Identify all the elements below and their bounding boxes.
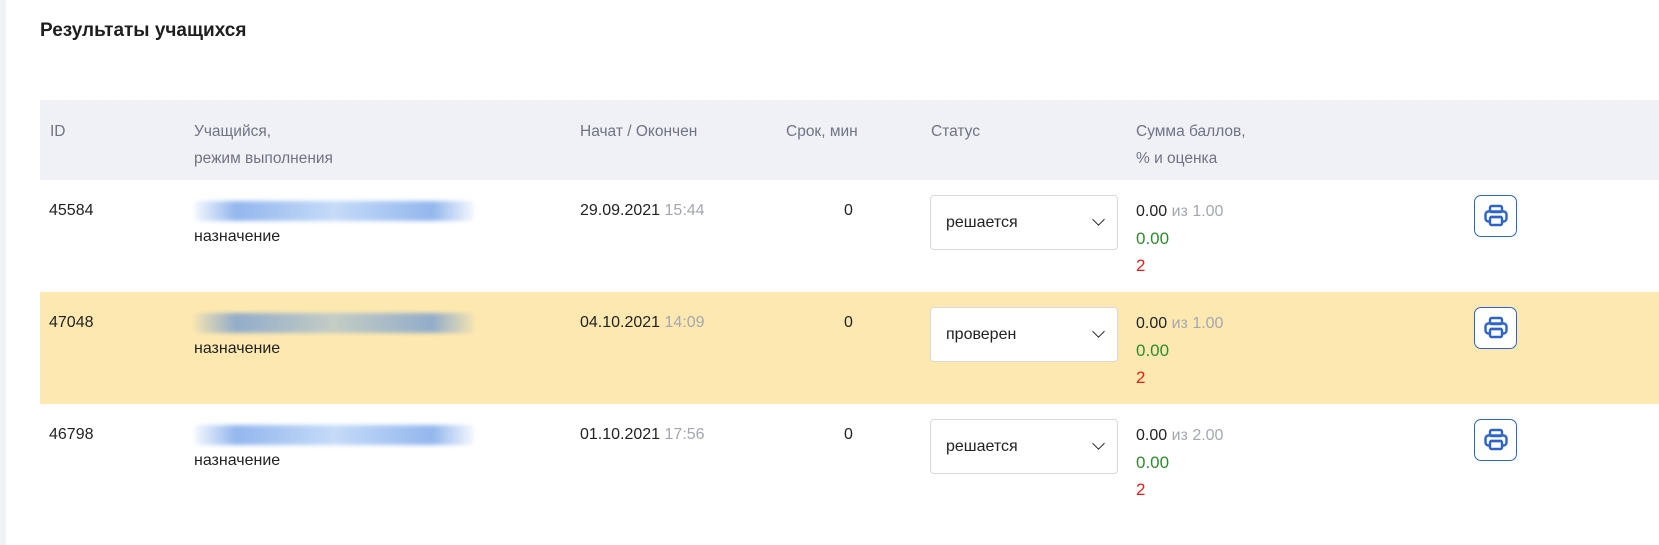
header-score-line2: % и оценка [1136, 150, 1218, 167]
term-minutes: 0 [844, 314, 853, 331]
header-student-line2: режим выполнения [194, 150, 333, 167]
score-grade: 2 [1136, 256, 1146, 275]
score-cell: 0.00 из 2.00 0.00 2 [1136, 422, 1223, 503]
header-score-line1: Сумма баллов, [1136, 123, 1246, 140]
score-max: из 2.00 [1171, 427, 1224, 444]
chevron-down-icon [1092, 437, 1105, 450]
completion-mode: назначение [194, 340, 281, 357]
printer-icon [1483, 204, 1508, 227]
score-cell: 0.00 из 1.00 0.00 2 [1136, 198, 1223, 279]
header-id: ID [50, 123, 66, 140]
status-select[interactable]: решается [930, 419, 1118, 474]
print-button[interactable] [1474, 419, 1517, 461]
student-name-link[interactable]: Солимхан Эльдарович Аббасов [194, 313, 474, 333]
start-time: 17:56 [664, 426, 705, 443]
student-name-link[interactable]: Татьяна Федоровна Фомина [194, 425, 474, 445]
header-started: Начат / Окончен [580, 123, 698, 140]
print-button[interactable] [1474, 307, 1517, 349]
header-score: Сумма баллов, % и оценка [1136, 118, 1246, 172]
score-points: 0.00 [1136, 315, 1168, 332]
score-grade: 2 [1136, 480, 1146, 499]
term-minutes: 0 [844, 426, 853, 443]
score-grade: 2 [1136, 368, 1146, 387]
row-id: 47048 [49, 314, 94, 331]
status-value: решается [946, 437, 1018, 455]
score-percent: 0.00 [1136, 453, 1170, 472]
score-max: из 1.00 [1171, 203, 1224, 220]
score-cell: 0.00 из 1.00 0.00 2 [1136, 310, 1223, 391]
score-max: из 1.00 [1171, 315, 1224, 332]
score-points: 0.00 [1136, 203, 1168, 220]
start-end-cell: 01.10.2021 17:56 [580, 422, 705, 448]
term-minutes: 0 [844, 202, 853, 219]
start-time: 14:09 [664, 314, 705, 331]
score-percent: 0.00 [1136, 341, 1170, 360]
start-end-cell: 29.09.2021 15:44 [580, 198, 705, 224]
chevron-down-icon [1092, 213, 1105, 226]
score-percent: 0.00 [1136, 229, 1170, 248]
completion-mode: назначение [194, 228, 281, 245]
printer-icon [1483, 316, 1508, 339]
status-select[interactable]: проверен [930, 307, 1118, 362]
score-points: 0.00 [1136, 427, 1168, 444]
student-cell: Татьяна Федоровна Фомина назначение [194, 422, 474, 474]
start-date: 04.10.2021 [580, 314, 661, 331]
completion-mode: назначение [194, 452, 281, 469]
start-end-cell: 04.10.2021 14:09 [580, 310, 705, 336]
page-title: Результаты учащихся [40, 20, 247, 41]
row-id: 45584 [49, 202, 94, 219]
table-row: 45584 Андрей Владимирович Флегантов назн… [40, 180, 1659, 292]
table-body: 45584 Андрей Владимирович Флегантов назн… [40, 180, 1659, 516]
results-table: ID Учащийся, режим выполнения Начат / Ок… [40, 100, 1659, 516]
student-cell: Солимхан Эльдарович Аббасов назначение [194, 310, 474, 362]
status-select[interactable]: решается [930, 195, 1118, 250]
table-row: 47048 Солимхан Эльдарович Аббасов назнач… [40, 292, 1659, 404]
header-status: Статус [931, 123, 980, 140]
student-cell: Андрей Владимирович Флегантов назначение [194, 198, 474, 250]
header-term: Срок, мин [786, 123, 858, 140]
status-value: решается [946, 213, 1018, 231]
header-student: Учащийся, режим выполнения [194, 118, 333, 172]
start-date: 29.09.2021 [580, 202, 661, 219]
print-button[interactable] [1474, 195, 1517, 237]
status-value: проверен [946, 325, 1017, 343]
chevron-down-icon [1092, 325, 1105, 338]
student-name-link[interactable]: Андрей Владимирович Флегантов [194, 201, 474, 221]
left-edge-divider [0, 0, 6, 545]
start-date: 01.10.2021 [580, 426, 661, 443]
printer-icon [1483, 428, 1508, 451]
row-id: 46798 [49, 426, 94, 443]
table-row: 46798 Татьяна Федоровна Фомина назначени… [40, 404, 1659, 516]
start-time: 15:44 [664, 202, 705, 219]
header-student-line1: Учащийся, [194, 123, 272, 140]
table-header: ID Учащийся, режим выполнения Начат / Ок… [40, 100, 1659, 180]
